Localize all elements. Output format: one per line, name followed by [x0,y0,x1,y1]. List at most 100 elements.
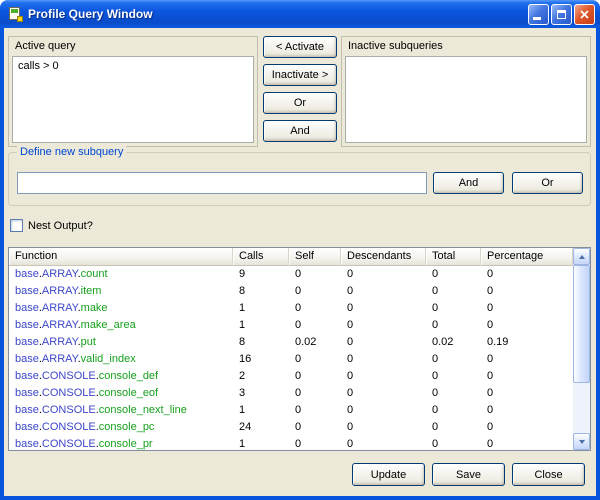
percentage-value: 0 [481,385,573,402]
function-name: base.ARRAY.make [9,300,233,317]
arrow-down-icon [579,440,585,444]
calls-value: 24 [233,419,289,436]
self-value: 0 [289,419,341,436]
column-header-total[interactable]: Total [426,248,481,266]
total-value: 0 [426,300,481,317]
self-value: 0 [289,317,341,334]
self-value: 0 [289,266,341,283]
active-query-item[interactable]: calls > 0 [13,57,253,75]
function-name: base.CONSOLE.console_eof [9,385,233,402]
scrollbar-thumb[interactable] [573,265,590,383]
column-header-self[interactable]: Self [289,248,341,266]
self-value: 0 [289,300,341,317]
function-name: base.ARRAY.put [9,334,233,351]
active-query-label: Active query [9,37,257,55]
table-row[interactable]: base.ARRAY.make10000 [9,300,573,317]
descendants-value: 0 [341,300,426,317]
minimize-button[interactable] [528,4,549,25]
calls-value: 16 [233,351,289,368]
arrow-up-icon [579,255,585,259]
transfer-buttons: < Activate Inactivate > Or And [263,36,337,148]
descendants-value: 0 [341,351,426,368]
function-name: base.CONSOLE.console_pc [9,419,233,436]
inactive-subqueries-label: Inactive subqueries [342,37,590,55]
percentage-value: 0 [481,436,573,450]
total-value: 0 [426,402,481,419]
update-button[interactable]: Update [352,463,425,486]
calls-value: 3 [233,385,289,402]
function-name: base.ARRAY.item [9,283,233,300]
percentage-value: 0.19 [481,334,573,351]
results-table: FunctionCallsSelfDescendantsTotalPercent… [8,247,591,451]
active-query-list[interactable]: calls > 0 [12,56,254,143]
descendants-value: 0 [341,266,426,283]
descendants-value: 0 [341,317,426,334]
inactive-subqueries-list[interactable] [345,56,587,143]
function-name: base.ARRAY.count [9,266,233,283]
calls-value: 1 [233,317,289,334]
percentage-value: 0 [481,283,573,300]
scroll-up-button[interactable] [573,248,590,265]
nest-output-label: Nest Output? [28,220,93,232]
calls-value: 8 [233,334,289,351]
action-button-row: Update Save Close [4,463,596,486]
function-name: base.CONSOLE.console_pr [9,436,233,450]
self-value: 0.02 [289,334,341,351]
column-header-calls[interactable]: Calls [233,248,289,266]
total-value: 0.02 [426,334,481,351]
self-value: 0 [289,436,341,450]
self-value: 0 [289,385,341,402]
table-row[interactable]: base.CONSOLE.console_next_line10000 [9,402,573,419]
close-button[interactable] [574,4,595,25]
self-value: 0 [289,368,341,385]
descendants-value: 0 [341,419,426,436]
function-name: base.ARRAY.valid_index [9,351,233,368]
table-row[interactable]: base.CONSOLE.console_pr10000 [9,436,573,450]
minimize-icon [533,17,541,20]
title-bar[interactable]: Profile Query Window [0,0,600,28]
window-icon[interactable] [7,6,23,22]
maximize-button[interactable] [551,4,572,25]
function-name: base.CONSOLE.console_next_line [9,402,233,419]
document-icon-badge [17,16,23,22]
or-transfer-button[interactable]: Or [263,92,337,114]
vertical-scrollbar[interactable] [573,248,590,450]
nest-output-checkbox[interactable] [10,219,23,232]
total-value: 0 [426,436,481,450]
table-row[interactable]: base.ARRAY.valid_index160000 [9,351,573,368]
close-icon [579,9,590,20]
total-value: 0 [426,317,481,334]
column-header-function[interactable]: Function [9,248,233,266]
percentage-value: 0 [481,300,573,317]
calls-value: 1 [233,402,289,419]
table-row[interactable]: base.ARRAY.make_area10000 [9,317,573,334]
window-title: Profile Query Window [28,7,528,21]
table-row[interactable]: base.ARRAY.item80000 [9,283,573,300]
column-header-descendants[interactable]: Descendants [341,248,426,266]
table-row[interactable]: base.ARRAY.count90000 [9,266,573,283]
descendants-value: 0 [341,385,426,402]
table-row[interactable]: base.ARRAY.put80.0200.020.19 [9,334,573,351]
percentage-value: 0 [481,351,573,368]
dialog-content: Active query calls > 0 < Activate Inacti… [4,28,596,496]
close-action-button[interactable]: Close [512,463,585,486]
percentage-value: 0 [481,419,573,436]
define-subquery-label: Define new subquery [17,146,126,158]
inactivate-button[interactable]: Inactivate > [263,64,337,86]
scroll-down-button[interactable] [573,433,590,450]
save-button[interactable]: Save [432,463,505,486]
table-row[interactable]: base.CONSOLE.console_def20000 [9,368,573,385]
maximize-icon [557,10,566,19]
activate-button[interactable]: < Activate [263,36,337,58]
table-body: base.ARRAY.count90000base.ARRAY.item8000… [9,266,573,450]
column-header-percentage[interactable]: Percentage [481,248,573,266]
calls-value: 1 [233,300,289,317]
subquery-input[interactable] [17,172,427,194]
and-subquery-button[interactable]: And [433,172,504,194]
table-row[interactable]: base.CONSOLE.console_eof30000 [9,385,573,402]
descendants-value: 0 [341,402,426,419]
or-subquery-button[interactable]: Or [512,172,583,194]
nest-output-row: Nest Output? [10,219,93,232]
and-transfer-button[interactable]: And [263,120,337,142]
table-row[interactable]: base.CONSOLE.console_pc240000 [9,419,573,436]
